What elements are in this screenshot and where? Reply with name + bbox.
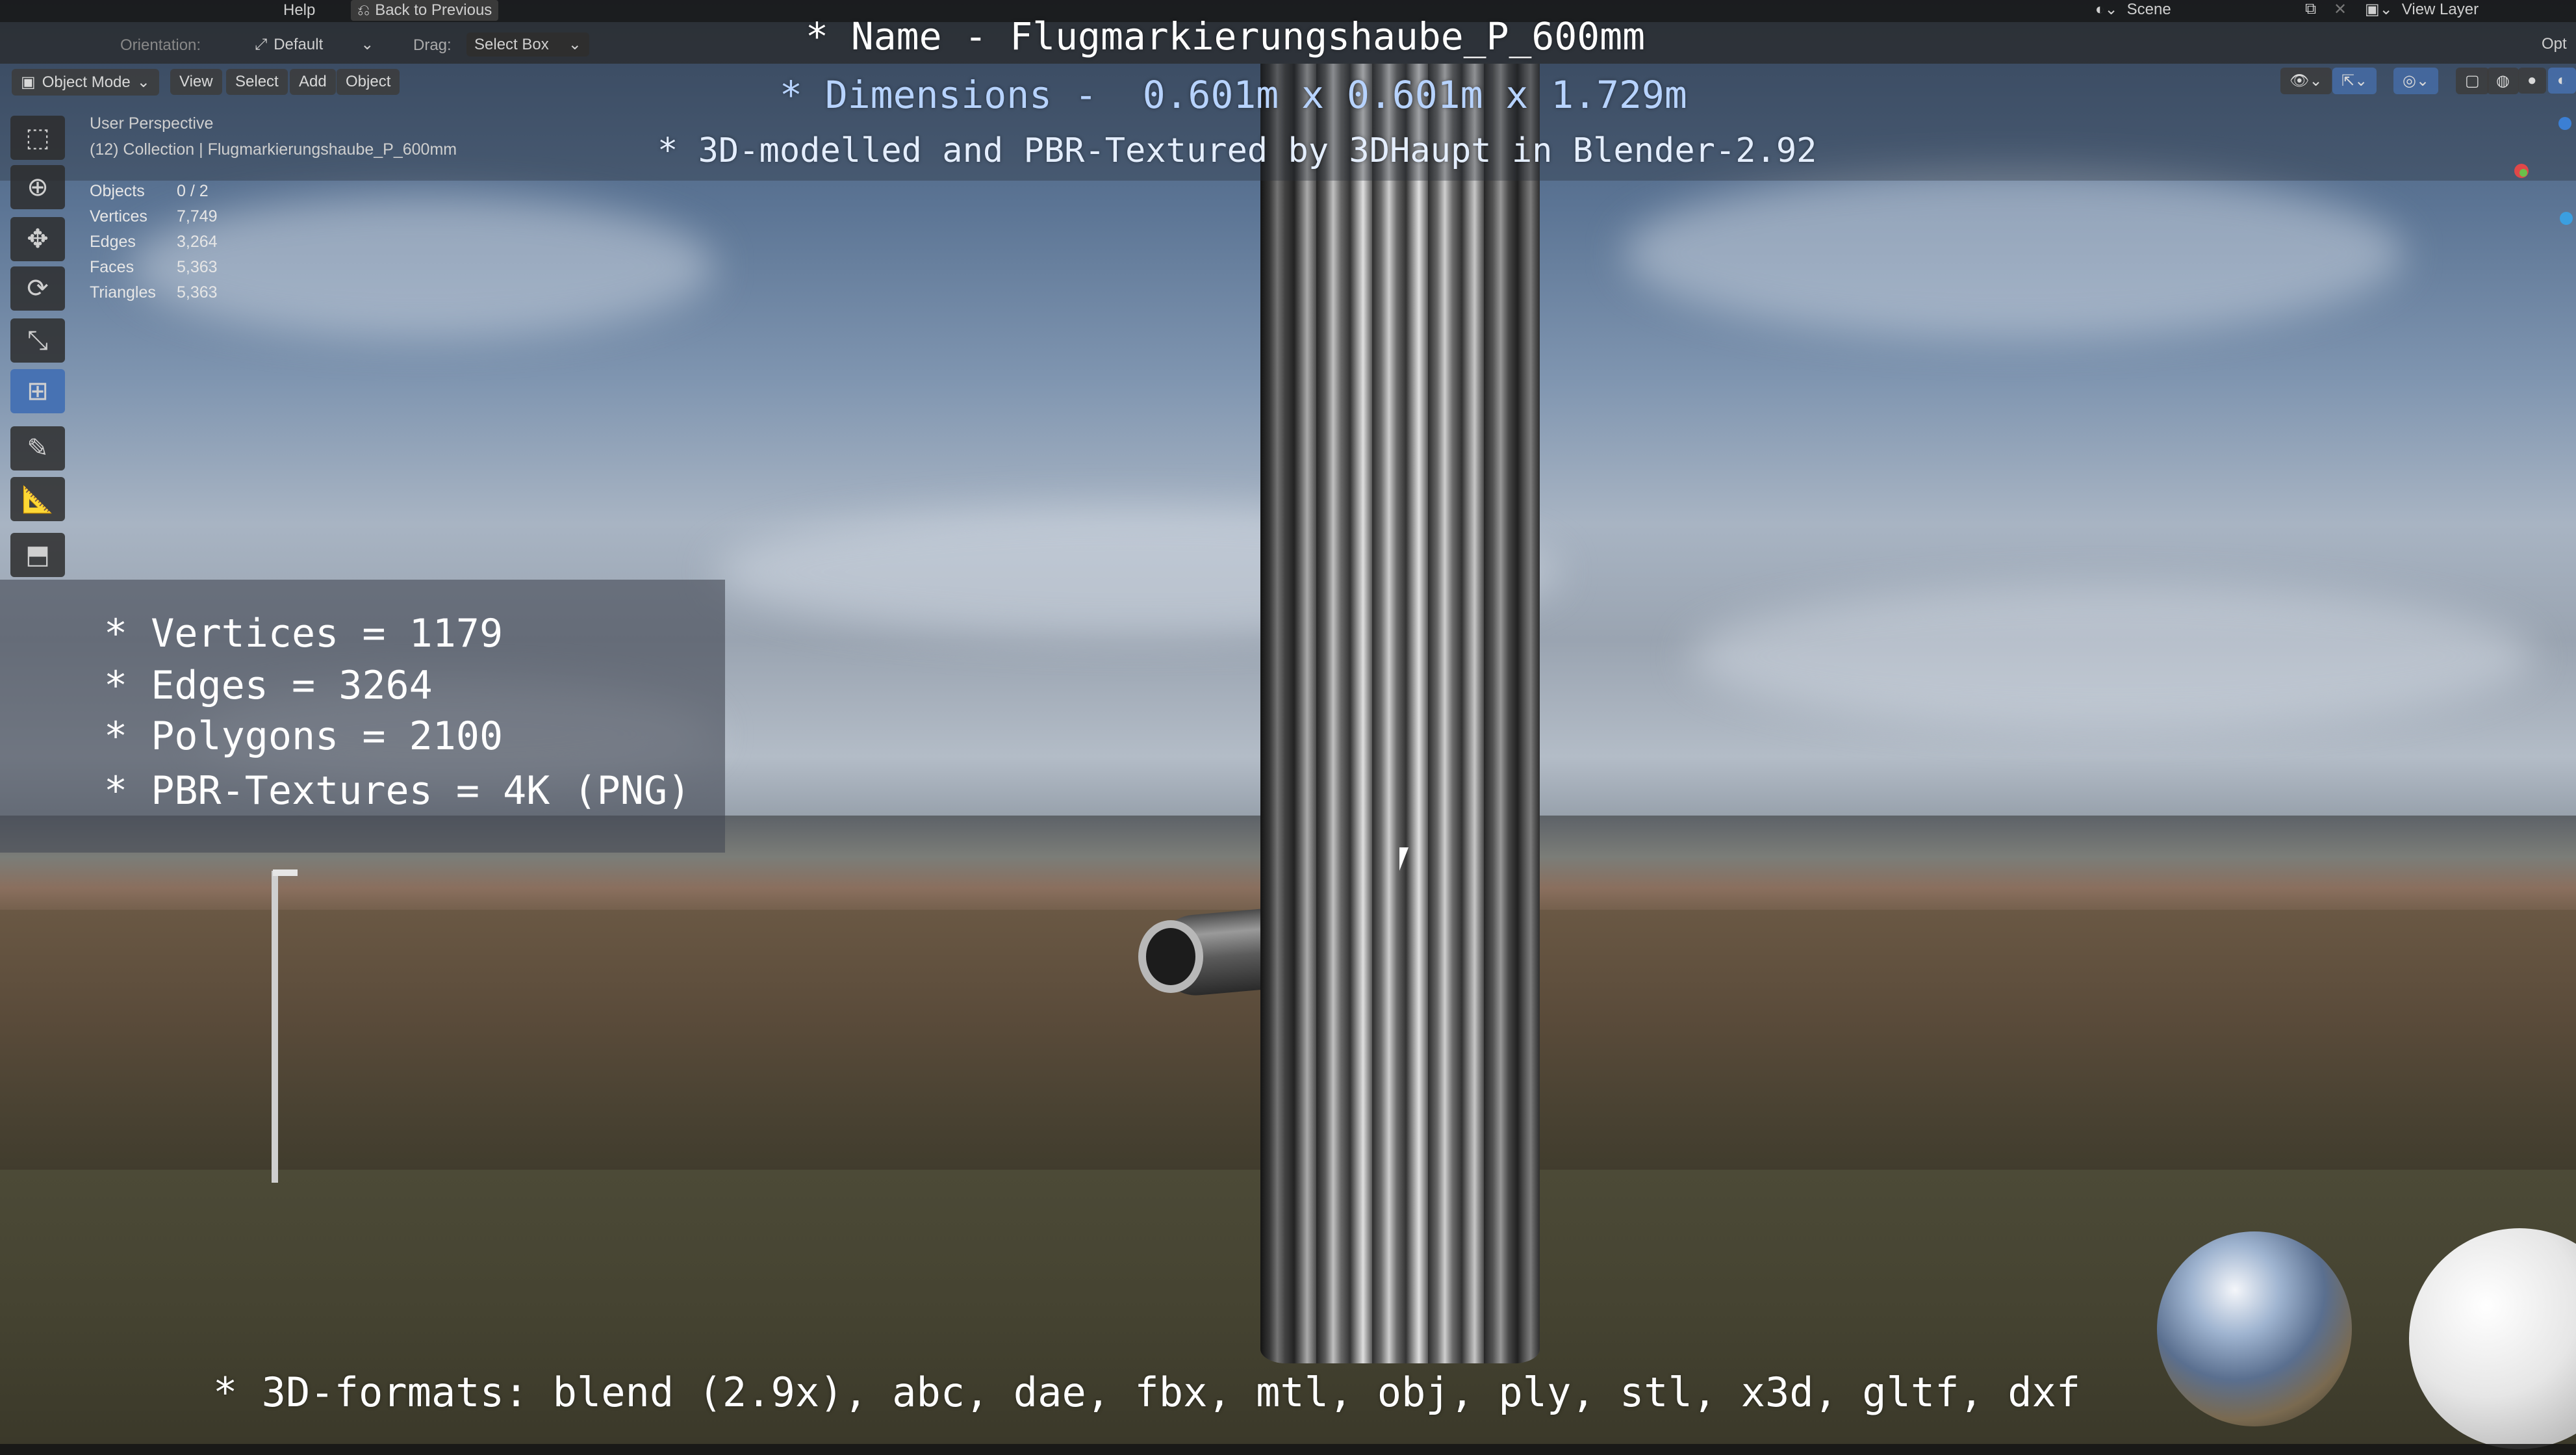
options-button[interactable]: Opt [2542, 35, 2567, 53]
close-scene-icon[interactable]: ✕ [2334, 0, 2347, 19]
render-stamp [1, 0, 3, 8]
stat-row: Edges 3,264 [90, 229, 218, 255]
transform-tool-icon[interactable]: ⊞ [10, 369, 65, 413]
chevron-down-icon: ⌄ [136, 73, 150, 91]
object-menu[interactable]: Object [337, 69, 400, 95]
scale-tool-icon[interactable]: ⤡ [10, 318, 65, 363]
stat-label: Edges [90, 233, 136, 251]
help-menu[interactable]: Help [283, 1, 315, 19]
scene-statistics: Objects 0 / 2 Vertices 7,749 Edges 3,264 Fa… [90, 179, 218, 305]
orientation-dropdown[interactable]: ⤢ Default ⌄ [255, 35, 374, 54]
select-menu[interactable]: Select [226, 69, 288, 95]
pipe-opening [1138, 920, 1203, 993]
stat-label: Faces [90, 258, 134, 276]
add-cube-tool-icon[interactable]: ⬒ [10, 533, 65, 577]
drag-value: Select Box [474, 36, 549, 53]
model-name-line: * Name - Flugmarkierungshaube_P_600mm [806, 14, 1646, 58]
street-lamp-head [273, 869, 298, 876]
scene-label: Scene [2126, 1, 2171, 18]
stat-value: 7,749 [177, 207, 218, 225]
chevron-down-icon: ⌄ [568, 36, 581, 53]
select-box-tool-icon[interactable]: ⬚ [10, 116, 65, 160]
scene-icon: ◐⌄ [2095, 1, 2118, 18]
rotate-tool-icon[interactable]: ⟳ [10, 266, 65, 311]
scene-selector[interactable]: ◐⌄ Scene [2095, 0, 2171, 19]
back-to-previous-button[interactable]: ⎌ Back to Previous [351, 0, 499, 21]
move-tool-icon[interactable]: ✥ [10, 217, 65, 261]
textures-line: * PBR-Textures = 4K (PNG) [104, 768, 691, 814]
chevron-down-icon: ⌄ [361, 36, 374, 53]
collection-label: (12) Collection | Flugmarkierungshaube_P… [90, 140, 457, 159]
stat-row: Vertices 7,749 [90, 204, 218, 229]
dimensions-line: * Dimensions - 0.601m x 0.601m x 1.729m [780, 73, 1687, 117]
stat-row: Objects 0 / 2 [90, 179, 218, 204]
polygons-line: * Polygons = 2100 [104, 714, 504, 759]
annotate-tool-icon[interactable]: ✎ [10, 426, 65, 470]
gizmo-y-axis-icon[interactable] [2519, 169, 2527, 177]
edges-line: * Edges = 3264 [104, 663, 433, 708]
vertices-line: * Vertices = 1179 [104, 611, 504, 656]
mode-label: Object Mode [42, 73, 131, 91]
formats-line: * 3D-formats: blend (2.9x), abc, dae, fb… [213, 1369, 2081, 1416]
stat-label: Triangles [90, 283, 156, 302]
status-bar [0, 1444, 2576, 1455]
solid-shading-icon[interactable]: ● [2518, 68, 2546, 94]
drag-label: Drag: [413, 36, 452, 54]
add-menu[interactable]: Add [290, 69, 336, 95]
cloud [1624, 169, 2404, 338]
gizmo-toggle-icon[interactable]: ⇱⌄ [2332, 68, 2377, 94]
stat-value: 5,363 [177, 258, 218, 276]
cloud [1689, 585, 2534, 728]
xray-icon[interactable]: ▢ [2456, 68, 2489, 94]
back-label: Back to Previous [375, 1, 492, 19]
visibility-icon[interactable]: 👁⌄ [2280, 68, 2332, 94]
cursor-tool-icon[interactable]: ⊕ [10, 165, 65, 209]
orientation-label: Orientation: [120, 36, 201, 54]
view-layer-icon: ▣⌄ [2365, 1, 2393, 18]
orientation-value: Default [274, 36, 324, 53]
gizmo-camera-icon[interactable] [2560, 212, 2573, 225]
stat-label: Objects [90, 182, 145, 200]
material-shading-icon[interactable]: ◐ [2548, 68, 2576, 94]
perspective-label: User Perspective [90, 114, 214, 133]
measure-tool-icon[interactable]: 📐 [10, 477, 65, 521]
credit-line: * 3D-modelled and PBR-Textured by 3DHaup… [657, 131, 1817, 170]
stat-label: Vertices [90, 207, 147, 225]
view-menu[interactable]: View [170, 69, 222, 95]
object-mode-icon: ▣ [21, 73, 36, 91]
pole-shading [1260, 64, 1540, 1363]
cloud [130, 195, 715, 338]
hdri-chrome-ball [2157, 1231, 2352, 1426]
copy-scene-icon[interactable]: ⧉ [2305, 0, 2316, 18]
stat-value: 5,363 [177, 283, 218, 302]
back-icon: ⎌ [357, 1, 370, 19]
mode-dropdown[interactable]: ▣ Object Mode ⌄ [12, 69, 159, 96]
stat-row: Faces 5,363 [90, 255, 218, 280]
stat-row: Triangles 5,363 [90, 280, 218, 305]
street-lamp [272, 871, 278, 1183]
view-layer-selector[interactable]: ▣⌄ View Layer [2365, 0, 2479, 19]
view-layer-label: View Layer [2401, 1, 2479, 18]
overlays-toggle-icon[interactable]: ◎⌄ [2393, 68, 2439, 94]
orientation-icon: ⤢ [255, 36, 268, 53]
drag-select-dropdown[interactable]: Select Box ⌄ [466, 32, 589, 57]
gizmo-z-axis-icon[interactable] [2558, 117, 2571, 130]
stat-value: 0 / 2 [177, 182, 209, 200]
wireframe-shading-icon[interactable]: ◍ [2487, 68, 2519, 94]
mouse-cursor-icon [1399, 847, 1409, 871]
stat-value: 3,264 [177, 233, 218, 251]
